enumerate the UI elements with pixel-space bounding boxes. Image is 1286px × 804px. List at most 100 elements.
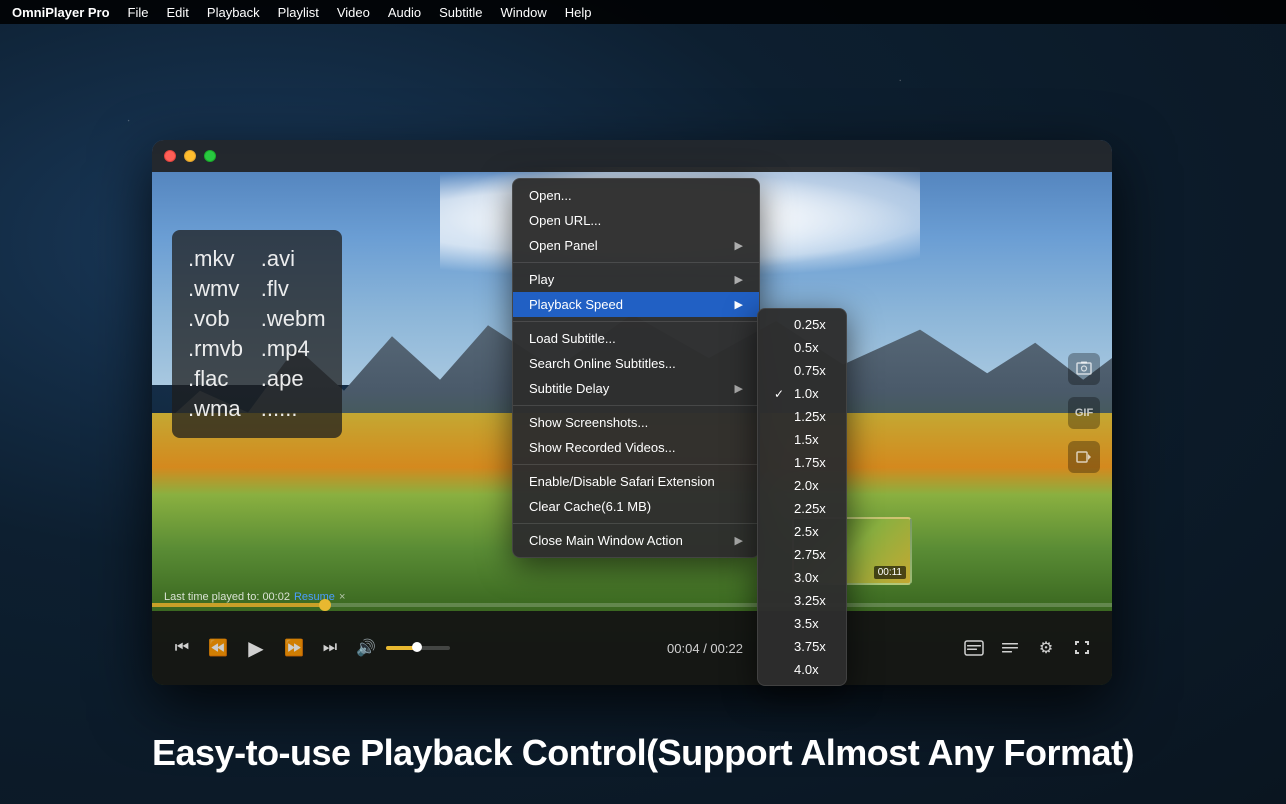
gif-icon[interactable]: GIF: [1068, 397, 1100, 429]
screenshot-icon[interactable]: [1068, 353, 1100, 385]
format-wma: .wma: [188, 396, 253, 422]
format-avi: .avi: [261, 246, 326, 272]
menu-playlist[interactable]: Playlist: [278, 5, 319, 20]
speed-1-5x[interactable]: 1.5x: [758, 428, 846, 451]
format-ape: .ape: [261, 366, 326, 392]
time-current: 00:04: [667, 641, 700, 656]
menu-playback[interactable]: Playback: [207, 5, 260, 20]
speed-1-75x[interactable]: 1.75x: [758, 451, 846, 474]
dropdown-menu: Open... Open URL... Open Panel ▶ Play ▶ …: [512, 178, 760, 558]
time-total: 00:22: [710, 641, 743, 656]
speed-2-25x[interactable]: 2.25x: [758, 497, 846, 520]
menu-help[interactable]: Help: [565, 5, 592, 20]
speed-2-0x[interactable]: 2.0x: [758, 474, 846, 497]
arrow-icon: ▶: [735, 534, 743, 547]
subtitles-button[interactable]: [960, 634, 988, 662]
playback-speed-submenu: 0.25x 0.5x 0.75x ✓ 1.0x 1.25x 1.5x 1.75x…: [757, 308, 847, 686]
playlist-button[interactable]: [996, 634, 1024, 662]
menu-subtitle[interactable]: Subtitle: [439, 5, 482, 20]
arrow-icon: ▶: [735, 273, 743, 286]
skip-to-end-button[interactable]: ⏭: [316, 634, 344, 662]
menu-item-safari-extension[interactable]: Enable/Disable Safari Extension: [513, 469, 759, 494]
divider-2: [513, 321, 759, 322]
speed-0-25x[interactable]: 0.25x: [758, 313, 846, 336]
menu-item-open-url[interactable]: Open URL...: [513, 208, 759, 233]
format-more: ......: [261, 396, 326, 422]
format-mp4: .mp4: [261, 336, 326, 362]
minimize-button[interactable]: [184, 150, 196, 162]
menu-item-load-subtitle[interactable]: Load Subtitle...: [513, 326, 759, 351]
volume-container: 🔊: [352, 634, 450, 662]
speed-0-5x[interactable]: 0.5x: [758, 336, 846, 359]
format-flac: .flac: [188, 366, 253, 392]
menu-item-subtitle-delay[interactable]: Subtitle Delay ▶: [513, 376, 759, 401]
menu-item-close-window[interactable]: Close Main Window Action ▶: [513, 528, 759, 553]
speed-0-75x[interactable]: 0.75x: [758, 359, 846, 382]
format-webm: .webm: [261, 306, 326, 332]
record-icon[interactable]: [1068, 441, 1100, 473]
format-rmvb: .rmvb: [188, 336, 253, 362]
divider-5: [513, 523, 759, 524]
format-overlay: .mkv .avi .wmv .flv .vob .webm .rmvb .mp…: [172, 230, 342, 438]
menu-window[interactable]: Window: [500, 5, 546, 20]
arrow-icon: ▶: [735, 382, 743, 395]
speed-4-0x[interactable]: 4.0x: [758, 658, 846, 681]
menu-item-playback-speed[interactable]: Playback Speed ▶: [513, 292, 759, 317]
right-controls: ⚙: [960, 634, 1096, 662]
side-icons: GIF: [1068, 353, 1100, 473]
divider-3: [513, 405, 759, 406]
progress-fill: [152, 603, 325, 607]
format-flv: .flv: [261, 276, 326, 302]
skip-to-start-button[interactable]: ⏮: [168, 634, 196, 662]
menu-item-open[interactable]: Open...: [513, 183, 759, 208]
speed-2-5x[interactable]: 2.5x: [758, 520, 846, 543]
resume-close[interactable]: ×: [339, 591, 345, 603]
menu-edit[interactable]: Edit: [167, 5, 189, 20]
fast-forward-button[interactable]: ⏩: [280, 634, 308, 662]
menu-item-search-subtitles[interactable]: Search Online Subtitles...: [513, 351, 759, 376]
title-bar: [152, 140, 1112, 172]
progress-thumb: [319, 599, 331, 611]
bottom-text: Easy-to-use Playback Control(Support Alm…: [0, 732, 1286, 774]
speed-3-25x[interactable]: 3.25x: [758, 589, 846, 612]
fullscreen-button[interactable]: [204, 150, 216, 162]
rewind-button[interactable]: ⏪: [204, 634, 232, 662]
menu-item-open-panel[interactable]: Open Panel ▶: [513, 233, 759, 258]
close-button[interactable]: [164, 150, 176, 162]
play-button[interactable]: ▶: [240, 632, 272, 664]
format-mkv: .mkv: [188, 246, 253, 272]
speed-3-5x[interactable]: 3.5x: [758, 612, 846, 635]
arrow-icon: ▶: [735, 239, 743, 252]
progress-bar[interactable]: [152, 603, 1112, 607]
menu-item-show-screenshots[interactable]: Show Screenshots...: [513, 410, 759, 435]
speed-2-75x[interactable]: 2.75x: [758, 543, 846, 566]
format-wmv: .wmv: [188, 276, 253, 302]
menu-video[interactable]: Video: [337, 5, 370, 20]
menu-bar: OmniPlayer Pro File Edit Playback Playli…: [0, 0, 1286, 24]
speed-1-0x[interactable]: ✓ 1.0x: [758, 382, 846, 405]
resume-text: Last time played to: 00:02: [164, 591, 290, 603]
time-display: 00:04 / 00:22: [458, 641, 952, 656]
menu-item-play[interactable]: Play ▶: [513, 267, 759, 292]
menu-item-clear-cache[interactable]: Clear Cache(6.1 MB): [513, 494, 759, 519]
menu-file[interactable]: File: [128, 5, 149, 20]
speed-3-0x[interactable]: 3.0x: [758, 566, 846, 589]
volume-thumb: [412, 642, 422, 652]
volume-bar[interactable]: [386, 646, 450, 650]
format-vob: .vob: [188, 306, 253, 332]
app-name[interactable]: OmniPlayer Pro: [12, 5, 110, 20]
fullscreen-ctrl-button[interactable]: [1068, 634, 1096, 662]
menu-audio[interactable]: Audio: [388, 5, 421, 20]
divider-4: [513, 464, 759, 465]
check-1-0x: ✓: [774, 387, 788, 401]
thumb-time: 00:11: [874, 566, 906, 579]
resume-bar: Last time played to: 00:02 Resume ×: [164, 591, 345, 603]
settings-button[interactable]: ⚙: [1032, 634, 1060, 662]
speed-1-25x[interactable]: 1.25x: [758, 405, 846, 428]
controls-bar: ⏮ ⏪ ▶ ⏩ ⏭ 🔊 00:04 / 00:22: [152, 611, 1112, 685]
arrow-icon: ▶: [735, 298, 743, 311]
divider-1: [513, 262, 759, 263]
speed-3-75x[interactable]: 3.75x: [758, 635, 846, 658]
volume-icon[interactable]: 🔊: [352, 634, 380, 662]
menu-item-show-recorded[interactable]: Show Recorded Videos...: [513, 435, 759, 460]
